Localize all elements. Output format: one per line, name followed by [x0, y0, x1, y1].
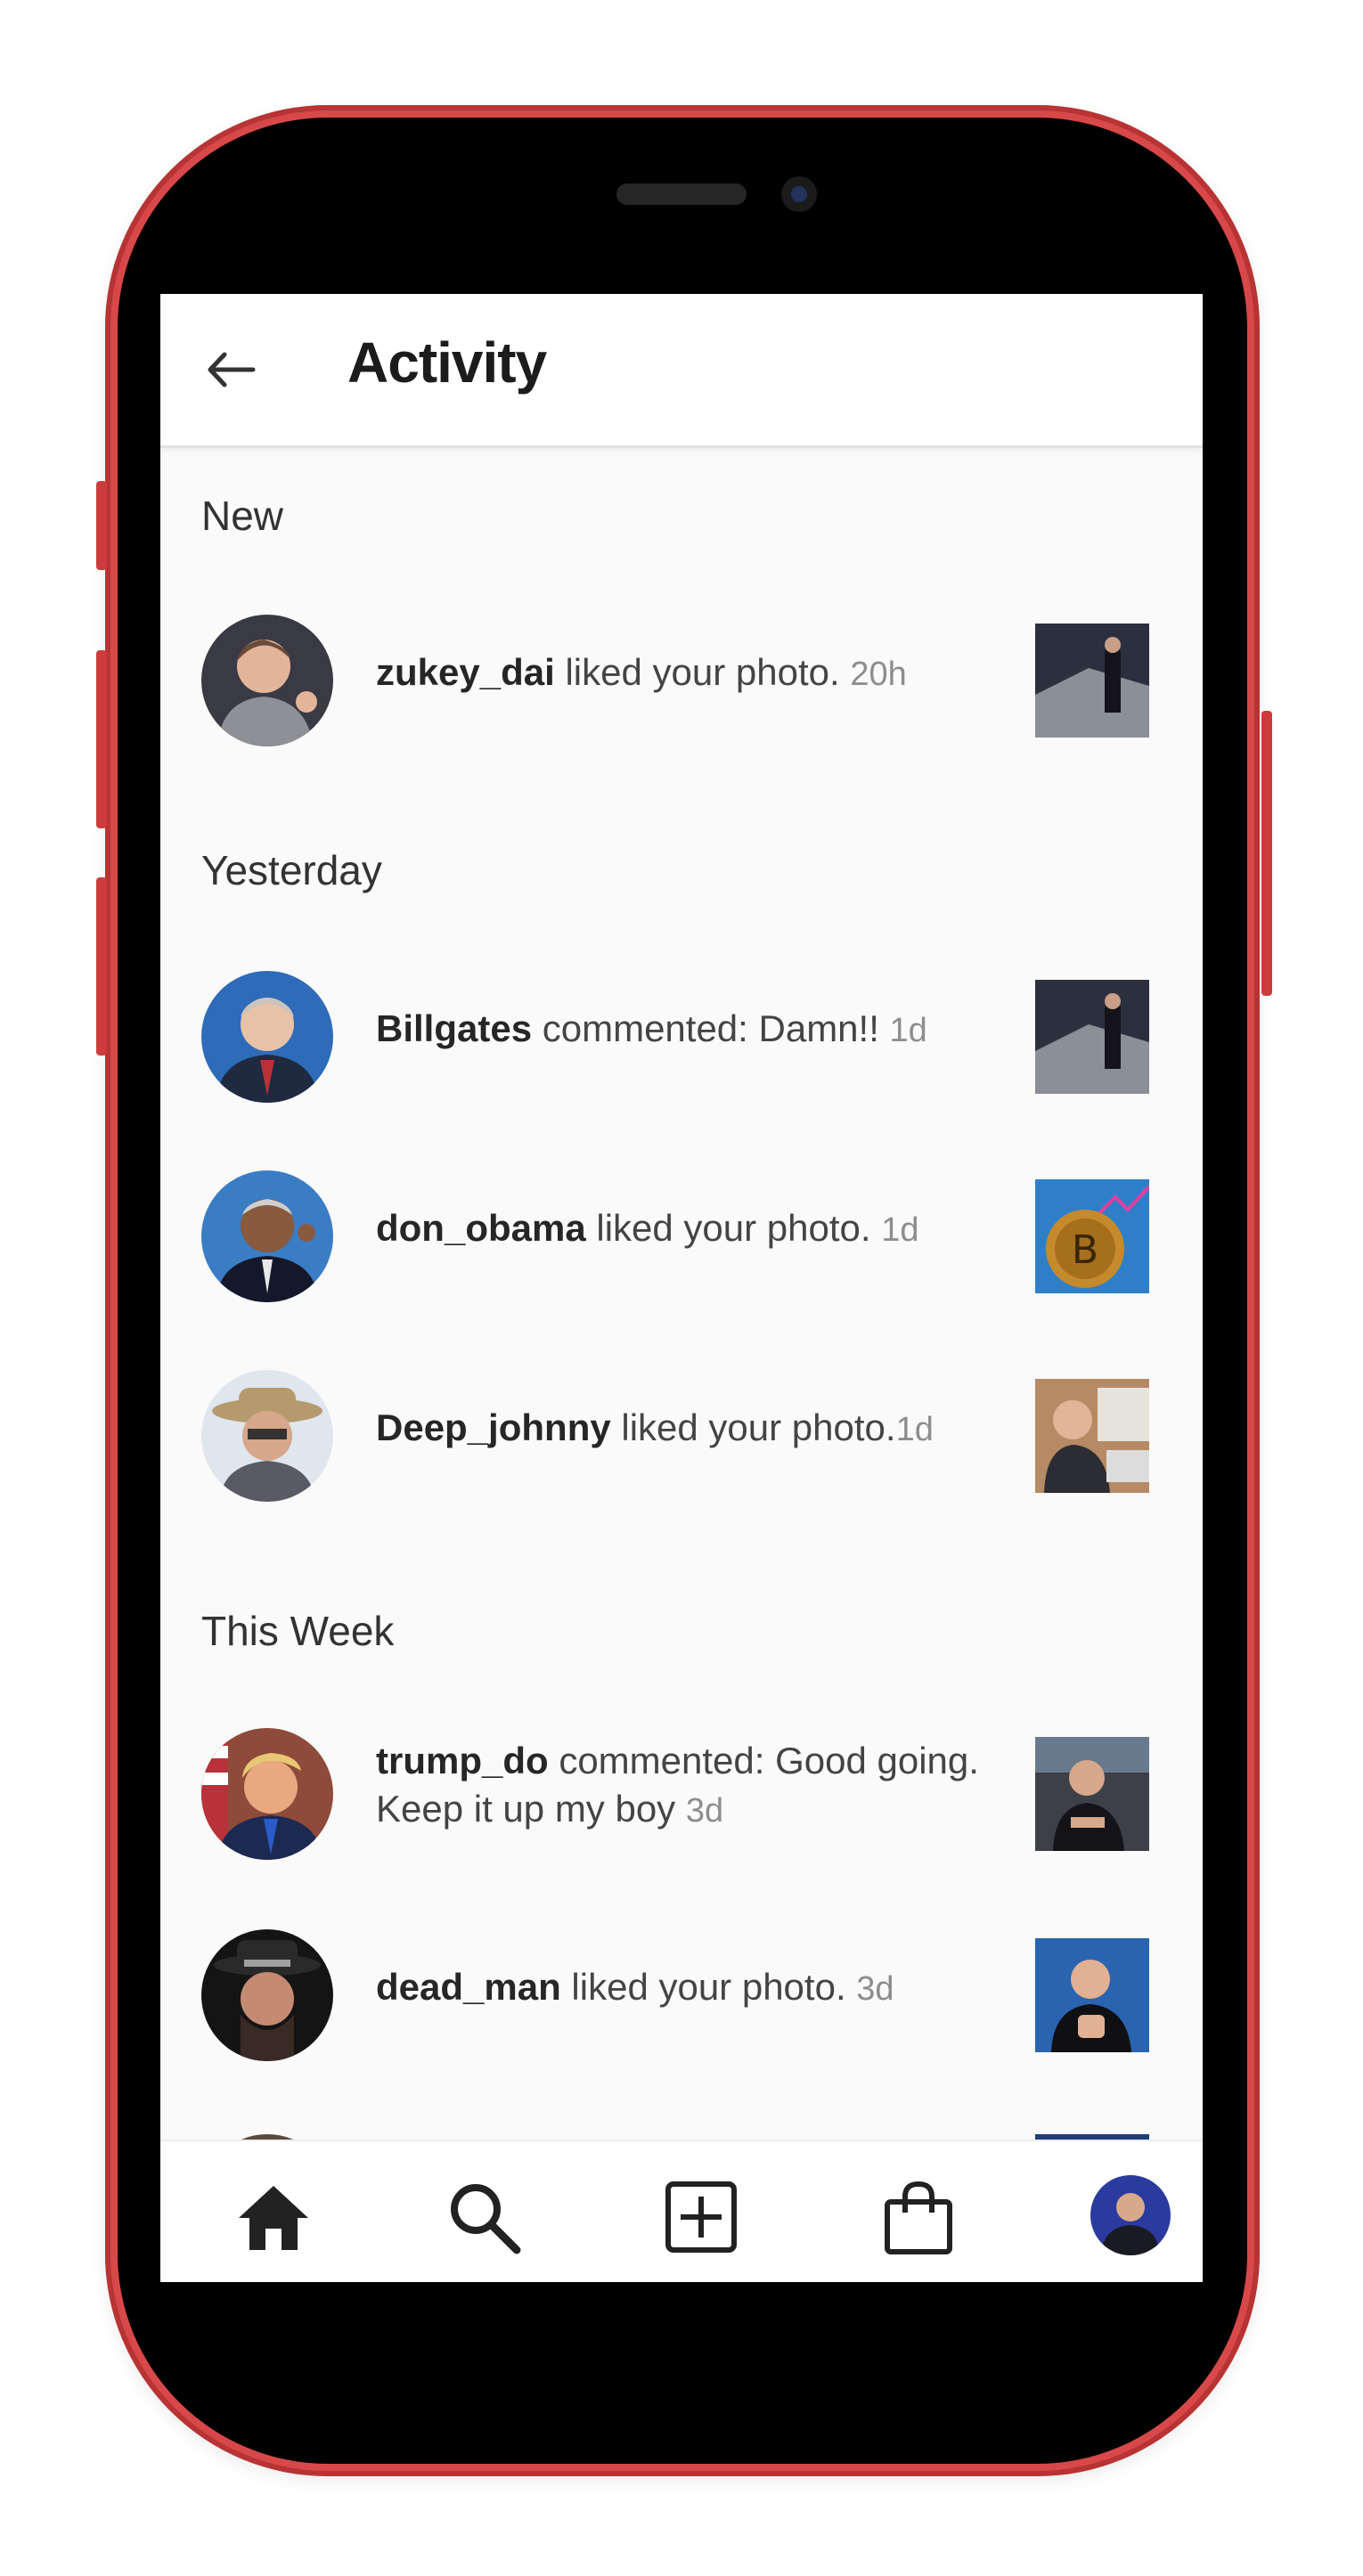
mute-switch	[96, 481, 107, 570]
section-header-yesterday: Yesterday	[201, 847, 382, 893]
post-thumbnail[interactable]	[1035, 980, 1149, 1094]
avatar[interactable]	[201, 1728, 333, 1860]
username[interactable]: trump_do	[376, 1740, 549, 1781]
username[interactable]: don_obama	[376, 1207, 586, 1249]
notification-action: commented: Damn!!	[532, 1007, 890, 1049]
username[interactable]: dead_man	[376, 1966, 561, 2008]
shop-icon[interactable]	[878, 2177, 959, 2257]
earpiece-speaker	[616, 183, 747, 205]
add-post-icon[interactable]	[661, 2177, 741, 2257]
notification-text: trump_do commented: Good going. Keep it …	[376, 1737, 991, 1835]
avatar[interactable]	[201, 971, 333, 1103]
notification-row[interactable]: Deep_johnny liked your photo.1d	[160, 1370, 1203, 1504]
username[interactable]: Deep_johnny	[376, 1406, 611, 1448]
post-thumbnail[interactable]	[1035, 624, 1149, 738]
username[interactable]: zukey_dai	[376, 651, 555, 693]
avatar[interactable]	[201, 1170, 333, 1302]
notification-action: liked your photo.	[554, 651, 851, 693]
search-icon[interactable]	[444, 2177, 524, 2257]
volume-up-button	[96, 650, 107, 828]
volume-down-button	[96, 877, 107, 1056]
post-thumbnail[interactable]	[1035, 1737, 1149, 1851]
notification-action: liked your photo.	[560, 1966, 857, 2008]
avatar[interactable]	[201, 615, 333, 746]
timestamp: 1d	[889, 1012, 927, 1049]
home-icon[interactable]	[233, 2177, 314, 2257]
notification-action: liked your photo.	[610, 1406, 896, 1448]
avatar[interactable]	[201, 1929, 333, 2061]
svg-text:B: B	[1072, 1227, 1098, 1273]
section-header-new: New	[201, 493, 284, 539]
timestamp: 3d	[856, 1970, 894, 2008]
bottom-navigation	[160, 2140, 1203, 2282]
timestamp: 20h	[850, 656, 907, 693]
back-arrow-icon[interactable]	[203, 347, 257, 392]
app-screen: Activity New zukey_dai liked your photo.…	[160, 294, 1203, 2282]
app-bar: Activity	[160, 294, 1203, 448]
notification-text: zukey_dai liked your photo. 20h	[376, 648, 991, 698]
timestamp: 3d	[685, 1792, 724, 1830]
front-camera	[781, 176, 817, 212]
notification-text: don_obama liked your photo. 1d	[376, 1204, 991, 1254]
notification-row[interactable]: zukey_dai liked your photo. 20h	[160, 615, 1203, 748]
notification-action: liked your photo.	[585, 1207, 882, 1249]
notification-row[interactable]: Billgates commented: Damn!! 1d	[160, 971, 1203, 1105]
notification-row[interactable]: dead_man liked your photo. 3d	[160, 1929, 1203, 2063]
notification-text: Deep_johnny liked your photo.1d	[376, 1404, 991, 1454]
notification-row[interactable]: don_obama liked your photo. 1d B	[160, 1170, 1203, 1304]
profile-avatar[interactable]	[1090, 2175, 1171, 2255]
timestamp: 1d	[895, 1411, 934, 1448]
notification-row[interactable]: trump_do commented: Good going. Keep it …	[160, 1728, 1203, 1862]
avatar[interactable]	[201, 1370, 333, 1502]
notification-text: dead_man liked your photo. 3d	[376, 1963, 991, 2013]
page-title: Activity	[347, 330, 547, 395]
notification-text: Billgates commented: Damn!! 1d	[376, 1005, 991, 1055]
timestamp: 1d	[881, 1211, 919, 1249]
post-thumbnail[interactable]	[1035, 1379, 1149, 1493]
post-thumbnail[interactable]: B	[1035, 1179, 1149, 1293]
username[interactable]: Billgates	[376, 1007, 532, 1049]
section-header-this-week: This Week	[201, 1608, 395, 1654]
post-thumbnail[interactable]	[1035, 1938, 1149, 2052]
power-button	[1261, 711, 1272, 996]
